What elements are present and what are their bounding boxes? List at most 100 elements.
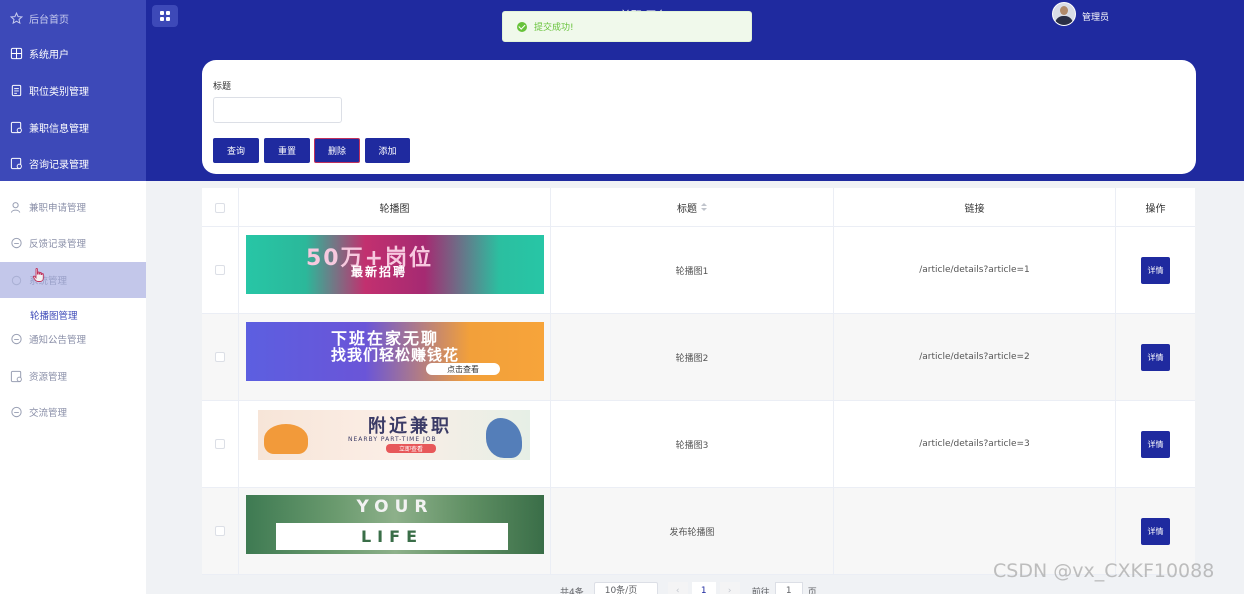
sidebar-item-label: 资源管理 — [29, 372, 68, 383]
banner-image: 下班在家无聊 找我们轻松赚钱花 点击查看 — [246, 322, 544, 381]
sidebar-item-consult-records[interactable]: 咨询记录管理 — [0, 145, 146, 181]
banner-text: YOUR — [356, 497, 434, 517]
document-icon — [10, 157, 22, 169]
action-cell: 详情 — [1116, 401, 1195, 487]
banner-text: 找我们轻松赚钱花 — [331, 346, 460, 364]
title-cell: 发布轮播图 — [551, 488, 834, 574]
banner-text: 最新招聘 — [351, 265, 408, 279]
reset-button[interactable]: 重置 — [264, 138, 310, 163]
column-header-title[interactable]: 标题 — [551, 188, 834, 227]
detail-button[interactable]: 详情 — [1141, 256, 1170, 284]
sidebar-item-home[interactable]: 后台首页 — [0, 0, 146, 36]
action-cell: 详情 — [1116, 314, 1195, 400]
sidebar-item-notices[interactable]: 通知公告管理 — [0, 321, 146, 357]
toast-message: 提交成功! — [534, 23, 574, 33]
link-cell: /article/details?article=2 — [834, 314, 1116, 400]
carousel-table: 轮播图 标题 链接 操作 50万+岗位 最新招聘 轮播图1 /article/d… — [202, 188, 1195, 575]
banner-cell: YOUR LIFE — [239, 488, 551, 574]
title-cell: 轮播图2 — [551, 314, 834, 400]
sidebar-item-job-category[interactable]: 职位类别管理 — [0, 72, 146, 108]
search-panel: 标题 查询 重置 删除 添加 — [202, 60, 1196, 174]
avatar-head — [1060, 6, 1068, 15]
total-count: 共4条 — [560, 587, 584, 594]
delete-button[interactable]: 删除 — [314, 138, 360, 163]
select-all-cell — [202, 188, 239, 227]
document-icon — [10, 370, 22, 382]
menu-toggle-button[interactable] — [152, 5, 178, 27]
detail-button[interactable]: 详情 — [1141, 343, 1170, 371]
row-checkbox[interactable] — [215, 265, 225, 275]
row-checkbox[interactable] — [215, 439, 225, 449]
sidebar-item-resources[interactable]: 资源管理 — [0, 358, 146, 394]
detail-button[interactable]: 详情 — [1141, 517, 1170, 545]
banner-pill: 点击查看 — [426, 363, 500, 375]
page-number-current[interactable]: 1 — [691, 582, 716, 594]
sidebar-item-label: 兼职申请管理 — [29, 203, 87, 214]
pagination: 共4条 10条/页 ‹ 1 › 前往 1 页 — [560, 582, 817, 594]
prev-page-button[interactable]: ‹ — [667, 582, 688, 594]
action-cell: 详情 — [1116, 227, 1195, 313]
user-icon — [10, 201, 21, 213]
sidebar-item-feedback[interactable]: 反馈记录管理 — [0, 225, 146, 261]
column-header-title-label: 标题 — [677, 204, 697, 215]
query-button[interactable]: 查询 — [213, 138, 259, 163]
row-checkbox[interactable] — [215, 352, 225, 362]
sidebar-item-label: 交流管理 — [29, 408, 68, 419]
sidebar-item-label: 咨询记录管理 — [29, 159, 89, 171]
document-icon — [11, 84, 22, 96]
detail-button[interactable]: 详情 — [1141, 430, 1170, 458]
sidebar-item-label: 反馈记录管理 — [29, 239, 87, 250]
next-page-button[interactable]: › — [719, 582, 740, 594]
banner-cell: 附近兼职 NEARBY PART-TIME JOB 立即查看 — [239, 401, 551, 487]
title-field-label: 标题 — [213, 82, 232, 92]
table-row: 下班在家无聊 找我们轻松赚钱花 点击查看 轮播图2 /article/detai… — [202, 314, 1195, 401]
gear-icon — [11, 275, 22, 285]
sidebar-item-exchange[interactable]: 交流管理 — [0, 394, 146, 430]
banner-pill: 立即查看 — [386, 444, 436, 453]
banner-image: 50万+岗位 最新招聘 — [246, 235, 544, 294]
sidebar-item-label: 后台首页 — [29, 14, 69, 26]
banner-decoration — [264, 424, 308, 454]
sidebar-item-job-info[interactable]: 兼职信息管理 — [0, 109, 146, 145]
sidebar-item-system-users[interactable]: 系统用户 — [0, 35, 146, 71]
goto-label: 前往 — [751, 587, 770, 594]
page-unit-label: 页 — [807, 587, 817, 594]
banner-text: 附近兼职 — [368, 416, 452, 437]
row-select-cell — [202, 401, 239, 487]
add-button[interactable]: 添加 — [365, 138, 410, 163]
sidebar-item-system-management[interactable]: 系统管理 — [0, 262, 146, 298]
table-header: 轮播图 标题 链接 操作 — [202, 188, 1195, 227]
sidebar-item-label: 通知公告管理 — [29, 335, 87, 346]
chat-icon — [11, 237, 22, 248]
hand-cursor-icon — [33, 268, 44, 282]
avatar-body — [1055, 16, 1073, 25]
page-size-select[interactable]: 10条/页 — [593, 582, 658, 594]
sort-icon[interactable] — [701, 203, 707, 212]
row-select-cell — [202, 227, 239, 313]
banner-image: YOUR LIFE — [246, 495, 544, 554]
username[interactable]: 管理员 — [1082, 10, 1109, 23]
title-search-input[interactable] — [213, 97, 342, 123]
row-checkbox[interactable] — [215, 526, 225, 536]
success-toast: 提交成功! — [502, 11, 752, 42]
sidebar: 后台首页 系统用户 职位类别管理 兼职信息管理 咨询记录管理 兼职申请管理 反馈… — [0, 0, 146, 594]
title-cell: 轮播图3 — [551, 401, 834, 487]
avatar[interactable] — [1052, 2, 1076, 26]
select-all-checkbox[interactable] — [215, 202, 225, 213]
check-circle-icon — [517, 21, 527, 32]
goto-page-input[interactable]: 1 — [774, 582, 803, 594]
chat-icon — [11, 333, 22, 344]
grid-icon — [10, 47, 23, 59]
link-cell: /article/details?article=1 — [834, 227, 1116, 313]
chat-icon — [11, 406, 22, 417]
banner-text: NEARBY PART-TIME JOB — [348, 436, 437, 443]
row-select-cell — [202, 488, 239, 574]
sidebar-item-label: 职位类别管理 — [29, 86, 89, 98]
sidebar-item-job-applications[interactable]: 兼职申请管理 — [0, 189, 146, 225]
column-header-image: 轮播图 — [239, 188, 551, 227]
grid-icon — [160, 11, 170, 21]
column-header-link: 链接 — [834, 188, 1116, 227]
watermark: CSDN @vx_CXKF10088 — [993, 560, 1215, 582]
banner-image: 附近兼职 NEARBY PART-TIME JOB 立即查看 — [258, 410, 530, 460]
table-row: 附近兼职 NEARBY PART-TIME JOB 立即查看 轮播图3 /art… — [202, 401, 1195, 488]
